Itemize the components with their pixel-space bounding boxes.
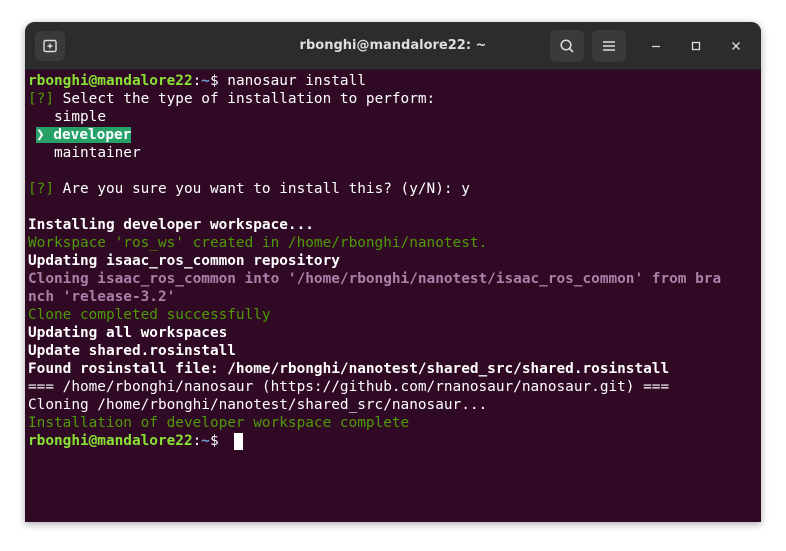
terminal-window: rbonghi@mandalore22: ~ rbonghi@mandalore… <box>25 22 761 522</box>
question-install-type: [?] Select the type of installation to p… <box>28 90 435 108</box>
new-tab-icon <box>43 39 57 53</box>
log-cloning-nanosaur: Cloning /home/rbonghi/nanotest/shared_sr… <box>28 397 488 413</box>
question-confirm: [?] Are you sure you want to install thi… <box>28 180 470 198</box>
new-tab-button[interactable] <box>35 31 65 61</box>
prompt-path: ~ <box>201 433 210 449</box>
prompt-dollar: $ <box>209 433 228 449</box>
log-repo-header: === /home/rbonghi/nanosaur (https://gith… <box>28 379 670 395</box>
prompt-path: ~ <box>201 73 210 89</box>
option-maintainer[interactable]: maintainer <box>54 144 141 162</box>
window-title: rbonghi@mandalore22: ~ <box>299 38 487 53</box>
text-cursor <box>234 433 243 450</box>
close-button[interactable] <box>724 34 748 58</box>
title-bar[interactable]: rbonghi@mandalore22: ~ <box>25 22 761 70</box>
selected-arrow-icon: ❯ <box>36 127 45 143</box>
question-text-1: Select the type of installation to perfo… <box>54 91 436 107</box>
log-found-file: Found rosinstall file: /home/rbonghi/nan… <box>28 361 670 377</box>
maximize-icon <box>691 41 701 51</box>
option-developer-selected[interactable]: ❯ developer <box>36 126 132 144</box>
menu-button[interactable] <box>592 30 626 62</box>
search-icon <box>560 39 574 53</box>
prompt-separator: : <box>192 73 202 89</box>
prompt-line: rbonghi@mandalore22:~$ <box>28 432 227 450</box>
minimize-icon <box>652 45 660 48</box>
minimize-button[interactable] <box>644 34 668 58</box>
maximize-button[interactable] <box>684 34 708 58</box>
search-button[interactable] <box>550 30 584 62</box>
log-workspace-created: Workspace 'ros_ws' created in /home/rbon… <box>28 235 488 251</box>
log-updating-all: Updating all workspaces <box>28 325 228 341</box>
option-simple[interactable]: simple <box>54 108 106 126</box>
question-text-2: Are you sure you want to install this? (… <box>54 181 470 197</box>
option-developer: developer <box>53 127 132 143</box>
log-cloning-line-2: nch 'release-3.2' <box>28 289 176 305</box>
terminal-output[interactable]: rbonghi@mandalore22:~$ nanosaur install … <box>25 70 761 522</box>
command-text: nanosaur install <box>227 73 366 89</box>
log-installing: Installing developer workspace... <box>28 217 314 233</box>
prompt-user: rbonghi@mandalore22 <box>28 433 193 449</box>
log-complete: Installation of developer workspace comp… <box>28 415 410 431</box>
log-clone-done: Clone completed successfully <box>28 307 271 323</box>
hamburger-menu-icon <box>603 41 615 51</box>
prompt-separator: : <box>192 433 202 449</box>
question-mark-1: [?] <box>28 91 54 107</box>
log-update-shared: Update shared.rosinstall <box>28 343 236 359</box>
command-line: rbonghi@mandalore22:~$ nanosaur install <box>28 72 366 90</box>
question-mark-2: [?] <box>28 181 54 197</box>
prompt-dollar: $ <box>209 73 228 89</box>
log-cloning-line-1: Cloning isaac_ros_common into '/home/rbo… <box>28 271 722 287</box>
prompt-user: rbonghi@mandalore22 <box>28 73 193 89</box>
close-icon <box>732 42 740 50</box>
log-updating-repo: Updating isaac_ros_common repository <box>28 253 340 269</box>
